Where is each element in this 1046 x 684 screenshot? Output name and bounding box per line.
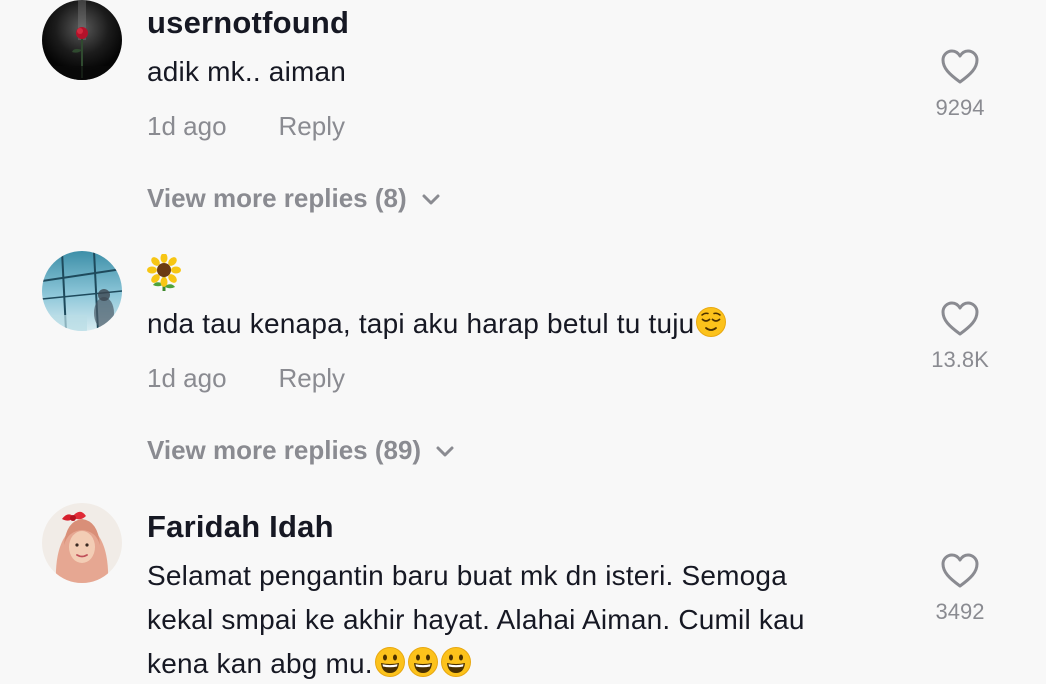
grinning-face-emoji-icon <box>440 647 471 677</box>
comment-text-line: kena kan abg mu. <box>147 648 373 679</box>
chevron-down-icon <box>436 446 454 457</box>
like-control: 3492 <box>925 553 995 625</box>
grinning-face-emoji-icon <box>374 647 405 677</box>
comment-time: 1d ago <box>147 111 227 141</box>
view-more-replies-button[interactable]: View more replies (89) <box>147 435 455 466</box>
like-count: 9294 <box>935 95 985 120</box>
sunflower-emoji-icon <box>147 253 181 291</box>
comment-text-content: nda tau kenapa, tapi aku harap betul tu … <box>147 308 695 339</box>
avatar[interactable] <box>42 0 122 80</box>
like-control: 9294 <box>925 49 995 121</box>
relieved-face-emoji-icon <box>696 307 727 337</box>
heart-icon[interactable] <box>941 301 979 337</box>
comment-text: Selamat pengantin baru buat mk dn isteri… <box>147 554 907 684</box>
comment-text-line: kekal smpai ke akhir hayat. Alahai Aiman… <box>147 604 805 635</box>
heart-icon[interactable] <box>941 553 979 589</box>
username[interactable]: Faridah Idah <box>147 509 334 545</box>
comment-text: adik mk.. aiman <box>147 56 347 87</box>
hijab-woman-avatar-icon <box>42 503 122 583</box>
comment-meta: 1d ago Reply <box>147 111 345 142</box>
comments-list: usernotfound adik mk.. aiman 1d ago Reply… <box>0 0 1046 684</box>
comment-text-line: Selamat pengantin baru buat mk dn isteri… <box>147 560 787 591</box>
reply-button[interactable]: Reply <box>279 363 345 393</box>
comment-meta: 1d ago Reply <box>147 363 345 394</box>
comment-text-line-with-emoji: kena kan abg mu. <box>147 642 907 684</box>
like-control: 13.8K <box>925 301 995 373</box>
avatar[interactable] <box>42 251 122 331</box>
window-scenery-avatar-icon <box>42 251 122 331</box>
chevron-down-icon <box>422 194 440 205</box>
username-emoji[interactable] <box>147 253 181 297</box>
view-more-replies-label: View more replies (8) <box>147 183 407 213</box>
comment-text: nda tau kenapa, tapi aku harap betul tu … <box>147 302 907 346</box>
view-more-replies-button[interactable]: View more replies (8) <box>147 183 441 214</box>
heart-icon[interactable] <box>941 49 979 85</box>
username[interactable]: usernotfound <box>147 5 349 41</box>
avatar[interactable] <box>42 503 122 583</box>
comment-time: 1d ago <box>147 363 227 393</box>
like-count: 13.8K <box>931 347 989 372</box>
like-count: 3492 <box>935 599 985 624</box>
grinning-face-emoji-icon <box>407 647 438 677</box>
reply-button[interactable]: Reply <box>279 111 345 141</box>
rose-in-dark-avatar-icon <box>42 0 122 80</box>
view-more-replies-label: View more replies (89) <box>147 435 422 465</box>
